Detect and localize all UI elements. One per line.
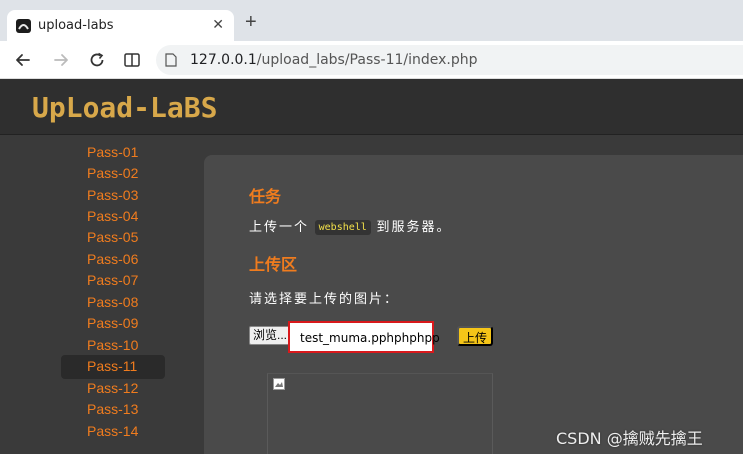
reload-icon[interactable] — [86, 49, 108, 71]
reader-mode-icon[interactable] — [121, 49, 143, 71]
site-favicon-icon — [16, 19, 31, 33]
url-path: /upload_labs/Pass-11/index.php — [256, 52, 478, 68]
browser-toolbar: 127.0.0.1/upload_labs/Pass-11/index.php — [0, 41, 743, 79]
tab-title: upload-labs — [38, 18, 114, 33]
sidebar-item-pass-09[interactable]: Pass-09 — [61, 312, 165, 336]
sidebar-item-pass-07[interactable]: Pass-07 — [61, 269, 165, 293]
task-heading: 任务 — [249, 189, 282, 206]
browser-tab-bar: upload-labs ✕ + — [0, 0, 743, 41]
selected-file-field[interactable]: test_muma.pphphphpp — [293, 326, 440, 348]
upload-submit-button[interactable]: 上传 — [457, 326, 494, 346]
sidebar-item-pass-11[interactable]: Pass-11 — [61, 355, 165, 379]
new-tab-button[interactable]: + — [245, 12, 257, 32]
web-page: UpLoad-LaBS Pass-01 Pass-02 Pass-03 Pass… — [0, 79, 743, 454]
sidebar-item-pass-02[interactable]: Pass-02 — [61, 162, 165, 186]
back-arrow-icon[interactable] — [12, 49, 34, 71]
close-tab-icon[interactable]: ✕ — [212, 16, 224, 33]
sidebar-item-pass-05[interactable]: Pass-05 — [61, 226, 165, 250]
task-suffix: 到服务器。 — [376, 219, 452, 234]
choose-image-label: 请选择要上传的图片： — [249, 291, 400, 306]
main-content: 任务 上传一个 webshell 到服务器。 上传区 请选择要上传的图片： 浏览… — [204, 155, 743, 454]
csdn-watermark: CSDN @擒贼先擒王 — [556, 429, 703, 448]
image-preview-area — [267, 373, 493, 454]
page-info-icon[interactable] — [165, 53, 177, 67]
address-bar[interactable]: 127.0.0.1/upload_labs/Pass-11/index.php — [156, 45, 743, 75]
site-header: UpLoad-LaBS — [0, 79, 743, 135]
sidebar-item-pass-13[interactable]: Pass-13 — [61, 398, 165, 422]
site-logo: UpLoad-LaBS — [32, 91, 217, 124]
forward-arrow-icon[interactable] — [50, 49, 72, 71]
task-description: 上传一个 webshell 到服务器。 — [249, 216, 451, 235]
pass-sidebar: Pass-01 Pass-02 Pass-03 Pass-04 Pass-05 … — [0, 136, 203, 454]
selected-file-highlight: test_muma.pphphphpp — [288, 321, 440, 353]
upload-heading: 上传区 — [249, 257, 298, 274]
browser-tab[interactable]: upload-labs ✕ — [7, 10, 234, 41]
browse-file-button[interactable]: 浏览... — [249, 326, 292, 345]
url-text[interactable]: 127.0.0.1/upload_labs/Pass-11/index.php — [190, 52, 478, 68]
sidebar-item-pass-14[interactable]: Pass-14 — [61, 420, 165, 444]
task-prefix: 上传一个 — [249, 219, 310, 234]
selected-file-name: test_muma.pphphphpp — [300, 331, 440, 345]
url-host: 127.0.0.1 — [190, 52, 257, 68]
logo-text: UpLoad-LaBS — [32, 91, 217, 124]
broken-image-icon — [273, 378, 285, 390]
webshell-code-badge: webshell — [314, 220, 371, 235]
